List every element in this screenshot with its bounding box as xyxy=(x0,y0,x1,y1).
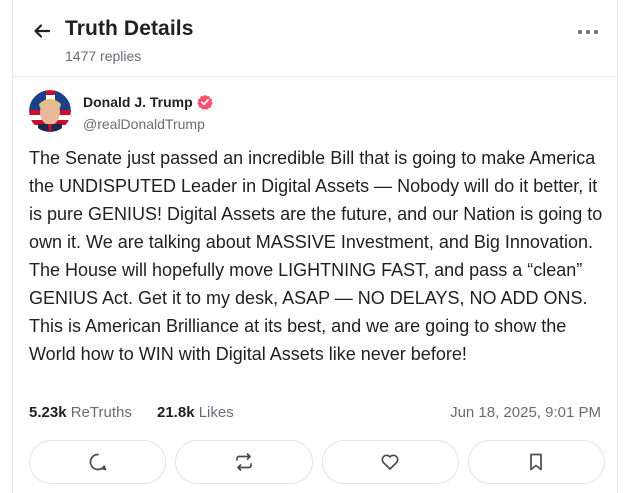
more-horizontal-icon xyxy=(578,30,598,34)
bookmark-icon xyxy=(530,453,543,471)
truth-details-card: Truth Details 1477 replies Donald J. Tru… xyxy=(12,0,618,493)
author-name-row: Donald J. Trump xyxy=(83,94,213,110)
heart-icon xyxy=(381,454,399,470)
author-name[interactable]: Donald J. Trump xyxy=(83,94,193,110)
back-button[interactable] xyxy=(29,18,55,44)
reply-count: 1477 replies xyxy=(65,48,142,64)
repost-icon xyxy=(236,453,252,471)
verified-badge-icon xyxy=(196,94,213,110)
avatar-image xyxy=(29,90,71,132)
header-divider xyxy=(13,76,617,77)
post-timestamp: Jun 18, 2025, 9:01 PM xyxy=(450,404,601,421)
post-body: The Senate just passed an incredible Bil… xyxy=(29,148,603,364)
page-title: Truth Details xyxy=(65,17,194,40)
retruths-stat[interactable]: 5.23k ReTruths xyxy=(29,404,132,421)
avatar[interactable] xyxy=(29,90,71,132)
bookmark-button[interactable] xyxy=(467,440,605,484)
arrow-left-icon xyxy=(34,24,51,38)
retruth-button[interactable] xyxy=(175,440,313,484)
page-header: Truth Details 1477 replies xyxy=(29,16,601,66)
like-button[interactable] xyxy=(321,440,459,484)
reply-button[interactable] xyxy=(29,440,167,484)
retruths-count: 5.23k xyxy=(29,404,67,421)
likes-stat[interactable]: 21.8k Likes xyxy=(157,404,234,421)
chat-bubble-icon xyxy=(89,453,106,471)
action-bar xyxy=(29,440,605,484)
retruths-label: ReTruths xyxy=(70,404,132,421)
more-options-button[interactable] xyxy=(575,22,601,42)
likes-count: 21.8k xyxy=(157,404,195,421)
post-author: Donald J. Trump @realDonaldTrump xyxy=(29,90,601,136)
author-handle: @realDonaldTrump xyxy=(83,116,205,132)
post-stats: 5.23k ReTruths 21.8k Likes Jun 18, 2025,… xyxy=(29,404,601,426)
likes-label: Likes xyxy=(198,404,234,421)
